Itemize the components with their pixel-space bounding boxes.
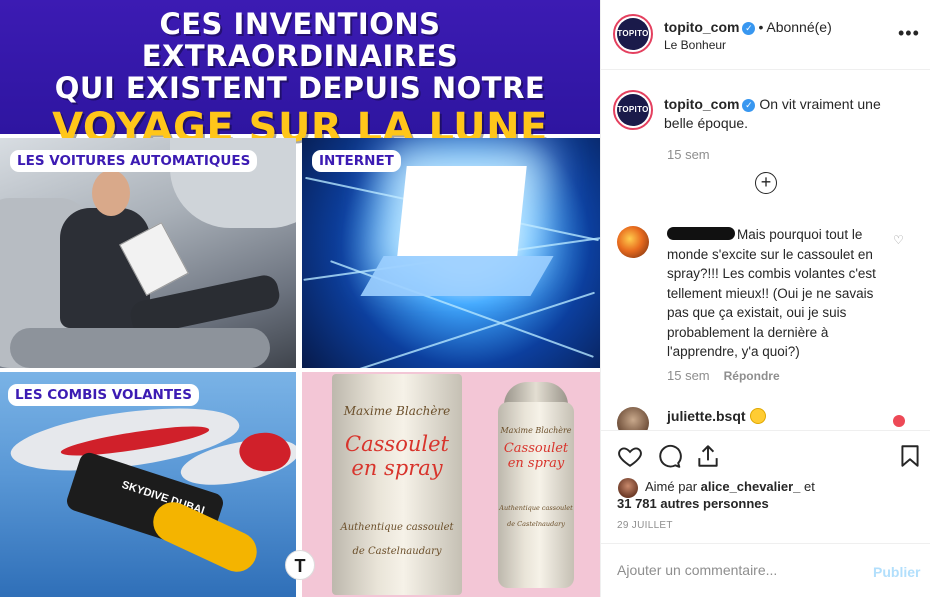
- tile-label-cars: LES VOITURES AUTOMATIQUES: [10, 150, 258, 172]
- topito-logo-badge: T: [285, 550, 315, 580]
- comment-body: Mais pourquoi tout le monde s'excite sur…: [667, 225, 892, 362]
- tile-cassoulet-spray: Maxime Blachère Cassoulet en spray Authe…: [302, 372, 600, 597]
- commenter-avatar[interactable]: [617, 407, 649, 430]
- follow-status-button[interactable]: Abonné(e): [766, 19, 831, 35]
- light-ray: [309, 291, 595, 368]
- post-location[interactable]: Le Bonheur: [664, 38, 726, 52]
- other-likers-count[interactable]: 31 781 autres personnes: [617, 496, 769, 511]
- tile-flying-suits: SKYDIVE DUBAI LES COMBIS VOLANTES: [0, 372, 296, 597]
- verified-badge-icon: ✓: [742, 22, 756, 35]
- caption-author-avatar[interactable]: TOPITO: [613, 90, 653, 130]
- post-header: TOPITO topito_com ✓ • Abonné(e) Le Bonheur …: [601, 0, 930, 70]
- save-bookmark-icon[interactable]: [897, 443, 923, 469]
- can-brand: Maxime Blachère: [500, 426, 572, 435]
- tile-label-flying-suits: LES COMBIS VOLANTES: [8, 384, 199, 406]
- liked-by-line: Aimé par alice_chevalier_ et: [645, 479, 815, 494]
- post-date[interactable]: 29 JUILLET: [617, 520, 673, 531]
- liked-by-prefix: Aimé par: [645, 479, 698, 494]
- liked-by-connector: et: [804, 479, 815, 494]
- more-options-icon[interactable]: •••: [898, 24, 920, 42]
- separator-dot: •: [758, 19, 764, 35]
- load-more-comments-icon[interactable]: +: [755, 172, 777, 194]
- comment-body: juliette.bsqt: [667, 408, 766, 424]
- can-title: Cassoulet en spray: [345, 432, 449, 481]
- post-side-panel: TOPITO topito_com ✓ • Abonné(e) Le Bonheur …: [600, 0, 930, 597]
- comment-timestamp[interactable]: 15 sem: [667, 368, 710, 383]
- like-heart-icon[interactable]: [617, 443, 643, 469]
- instagram-post-modal: CES INVENTIONS EXTRAORDINAIRES QUI EXIST…: [0, 0, 930, 597]
- comment-text: Mais pourquoi tout le monde s'excite sur…: [667, 227, 876, 359]
- comment-input[interactable]: [617, 562, 847, 578]
- image-banner: CES INVENTIONS EXTRAORDINAIRES QUI EXIST…: [0, 0, 600, 151]
- caption-avatar-logo: TOPITO: [617, 94, 649, 126]
- caption-username[interactable]: topito_com: [664, 96, 739, 112]
- tile-label-internet: INTERNET: [312, 150, 401, 172]
- like-comment-heart-icon[interactable]: ♡: [893, 233, 904, 247]
- can-origin: de Castelnaudary: [352, 546, 442, 557]
- commenter-username[interactable]: juliette.bsqt: [667, 408, 746, 424]
- liker-avatar[interactable]: [618, 478, 638, 498]
- tile-internet: INTERNET: [302, 138, 600, 368]
- caption-timestamp[interactable]: 15 sem: [667, 147, 710, 162]
- caption: topito_com ✓ On vit vraiment une belle ép…: [664, 95, 894, 133]
- redacted-username: [667, 227, 735, 240]
- author-avatar[interactable]: TOPITO: [613, 14, 653, 54]
- laptop-screen: [397, 166, 527, 256]
- add-comment-bar: Publier: [601, 543, 930, 597]
- verified-badge-icon: ✓: [742, 99, 756, 112]
- reply-button[interactable]: Répondre: [724, 369, 780, 383]
- banner-line-1: CES INVENTIONS EXTRAORDINAIRES: [141, 7, 459, 73]
- comment-bubble-icon[interactable]: [656, 443, 682, 469]
- share-icon[interactable]: [695, 443, 721, 469]
- author-username[interactable]: topito_com: [664, 19, 739, 35]
- commenter-avatar[interactable]: [617, 226, 649, 258]
- other-likers-link[interactable]: 31 781 autres personnes: [617, 496, 769, 511]
- comments-list[interactable]: TOPITO topito_com ✓ On vit vraiment une b…: [601, 70, 930, 430]
- comment-meta: 15 sem Répondre: [667, 368, 780, 383]
- can-brand: Maxime Blachère: [343, 404, 451, 418]
- first-liker-username[interactable]: alice_chevalier_: [701, 479, 801, 494]
- action-bar: [601, 430, 930, 474]
- publish-button[interactable]: Publier: [873, 564, 920, 580]
- author-avatar-logo: TOPITO: [617, 18, 649, 50]
- liked-comment-heart-icon[interactable]: [893, 415, 905, 427]
- tile-autonomous-car: LES VOITURES AUTOMATIQUES: [0, 138, 296, 368]
- grinning-tears-emoji-icon: [749, 408, 766, 424]
- can-subtitle: Authentique cassoulet: [499, 504, 573, 512]
- post-image[interactable]: CES INVENTIONS EXTRAORDINAIRES QUI EXIST…: [0, 0, 600, 597]
- can-title: Cassoulet en spray: [503, 441, 569, 471]
- cassoulet-can-small: Maxime Blachère Cassoulet en spray Authe…: [498, 402, 574, 588]
- laptop-keyboard: [360, 256, 554, 296]
- cassoulet-can-large: Maxime Blachère Cassoulet en spray Authe…: [332, 374, 462, 595]
- can-origin: de Castelnaudary: [507, 520, 565, 528]
- car-dashboard: [10, 328, 270, 368]
- can-subtitle: Authentique cassoulet: [340, 522, 454, 533]
- man-head: [92, 170, 130, 216]
- header-author-line: topito_com ✓ • Abonné(e): [664, 19, 832, 35]
- banner-line-2: QUI EXISTENT DEPUIS NOTRE: [54, 71, 546, 105]
